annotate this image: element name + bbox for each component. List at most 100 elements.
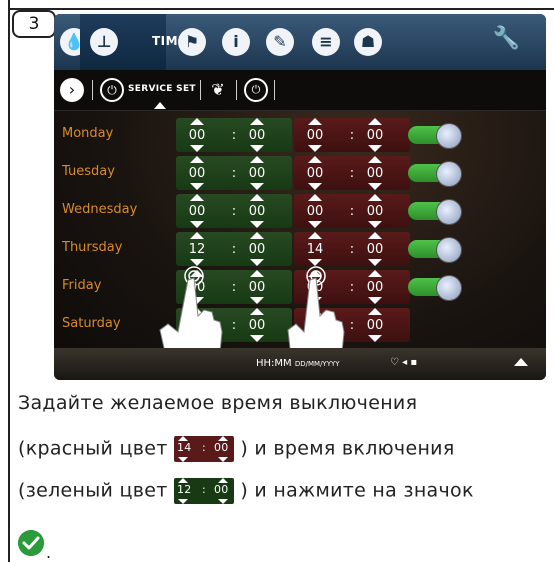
minute-down-icon[interactable]: [250, 221, 264, 228]
on-minutes[interactable]: 00: [243, 280, 271, 295]
toggle-knob: [436, 275, 462, 301]
green-time-example: 12 : 00: [173, 478, 234, 504]
minute-up-icon[interactable]: [250, 270, 264, 277]
minute-up-icon[interactable]: [368, 270, 382, 277]
off-hours[interactable]: 00: [301, 128, 329, 143]
on-minutes[interactable]: 00: [243, 204, 271, 219]
minute-up-icon[interactable]: [250, 232, 264, 239]
edit-icon[interactable]: ✎: [266, 28, 294, 56]
checkmark-icon: [18, 530, 44, 556]
minute-down-icon[interactable]: [250, 145, 264, 152]
day-toggle[interactable]: [408, 161, 462, 187]
minute-down-icon[interactable]: [368, 145, 382, 152]
minute-up-icon[interactable]: [368, 308, 382, 315]
minute-up-icon[interactable]: [250, 308, 264, 315]
separator: [92, 80, 93, 100]
instruction-text: ) и время включения: [240, 437, 455, 460]
off-hours[interactable]: 14: [301, 242, 329, 257]
minute-up-icon[interactable]: [368, 156, 382, 163]
hour-up-icon[interactable]: [190, 118, 204, 125]
top-toolbar: 💧 ⊥ TIME ⚑ i ✎ ≡ ☗ 🔧: [54, 14, 546, 71]
expand-up-icon[interactable]: [514, 358, 528, 366]
hour-up-icon[interactable]: [308, 194, 322, 201]
minute-up-icon[interactable]: [368, 232, 382, 239]
hour-down-icon[interactable]: [190, 259, 204, 266]
on-hours[interactable]: 00: [183, 204, 211, 219]
off-minutes[interactable]: 00: [361, 242, 389, 257]
red-minutes: 00: [213, 441, 229, 454]
time-format-label: HH:MM: [256, 358, 292, 369]
datetime-format: HH:MM DD/MM/YYYY: [256, 358, 340, 369]
minute-down-icon[interactable]: [368, 335, 382, 342]
minute-down-icon[interactable]: [250, 259, 264, 266]
off-minutes[interactable]: 00: [361, 166, 389, 181]
list-icon[interactable]: ≡: [312, 28, 340, 56]
instruction-text: (зеленый цвет: [18, 479, 168, 502]
flag-icon[interactable]: ⚑: [178, 28, 206, 56]
date-format-label: DD/MM/YYYY: [294, 360, 340, 368]
hour-down-icon[interactable]: [190, 221, 204, 228]
minute-up-icon[interactable]: [368, 118, 382, 125]
minute-up-icon[interactable]: [250, 156, 264, 163]
service-set-label[interactable]: SERVICE SET: [128, 84, 196, 94]
table-row: Wednesday 00 : 00 00 : 00: [54, 190, 546, 228]
minute-down-icon[interactable]: [368, 259, 382, 266]
minute-down-icon[interactable]: [368, 183, 382, 190]
on-hours[interactable]: 00: [183, 128, 211, 143]
hour-down-icon[interactable]: [190, 145, 204, 152]
separator: [200, 80, 201, 100]
off-hours[interactable]: 00: [301, 204, 329, 219]
red-time-example: 14 : 00: [173, 436, 234, 462]
off-minutes[interactable]: 00: [361, 318, 389, 333]
on-minutes[interactable]: 00: [243, 166, 271, 181]
day-toggle[interactable]: [408, 199, 462, 225]
wrench-icon[interactable]: 🔧: [493, 26, 520, 51]
day-toggle[interactable]: [408, 123, 462, 149]
on-minutes[interactable]: 00: [243, 128, 271, 143]
day-toggle[interactable]: [408, 275, 462, 301]
hour-down-icon[interactable]: [308, 259, 322, 266]
arrow-down-icon: [177, 499, 188, 504]
on-hours[interactable]: 12: [183, 242, 211, 257]
arrow-down-icon: [177, 457, 188, 462]
off-minutes[interactable]: 00: [361, 280, 389, 295]
off-minutes[interactable]: 00: [361, 128, 389, 143]
minute-down-icon[interactable]: [368, 297, 382, 304]
hour-up-icon[interactable]: [190, 232, 204, 239]
hour-down-icon[interactable]: [190, 183, 204, 190]
minute-down-icon[interactable]: [250, 183, 264, 190]
minute-down-icon[interactable]: [250, 297, 264, 304]
user-icon[interactable]: ☗: [354, 28, 382, 56]
hour-up-icon[interactable]: [308, 232, 322, 239]
table-row: Thursday 12 : 00 14 : 00: [54, 228, 546, 266]
day-toggle[interactable]: [408, 237, 462, 263]
hour-down-icon[interactable]: [308, 145, 322, 152]
minute-down-icon[interactable]: [368, 221, 382, 228]
minute-up-icon[interactable]: [250, 194, 264, 201]
forward-icon[interactable]: ›: [60, 78, 84, 102]
leaf-icon[interactable]: ❦: [206, 78, 230, 102]
on-hours[interactable]: 00: [183, 166, 211, 181]
instruction-text: ) и нажмите на значок: [240, 479, 474, 502]
off-minutes[interactable]: 00: [361, 204, 389, 219]
colon: :: [231, 318, 237, 333]
tab-time[interactable]: ⊥ TIME: [80, 14, 186, 70]
hour-up-icon[interactable]: [190, 194, 204, 201]
minute-up-icon[interactable]: [368, 194, 382, 201]
on-minutes[interactable]: 00: [243, 242, 271, 257]
minute-up-icon[interactable]: [250, 118, 264, 125]
off-hours[interactable]: 00: [301, 166, 329, 181]
colon: :: [231, 166, 237, 181]
minute-down-icon[interactable]: [250, 335, 264, 342]
instruction-text: (красный цвет: [18, 437, 168, 460]
info-icon[interactable]: i: [222, 28, 250, 56]
on-minutes[interactable]: 00: [243, 318, 271, 333]
hour-up-icon[interactable]: [308, 118, 322, 125]
hour-down-icon[interactable]: [308, 183, 322, 190]
service-timer-icon[interactable]: ⏻: [100, 78, 124, 102]
hour-up-icon[interactable]: [308, 156, 322, 163]
water-timer-icon[interactable]: ⏻: [244, 78, 268, 102]
hour-up-icon[interactable]: [190, 156, 204, 163]
day-label: Friday: [62, 278, 102, 293]
hour-down-icon[interactable]: [308, 221, 322, 228]
